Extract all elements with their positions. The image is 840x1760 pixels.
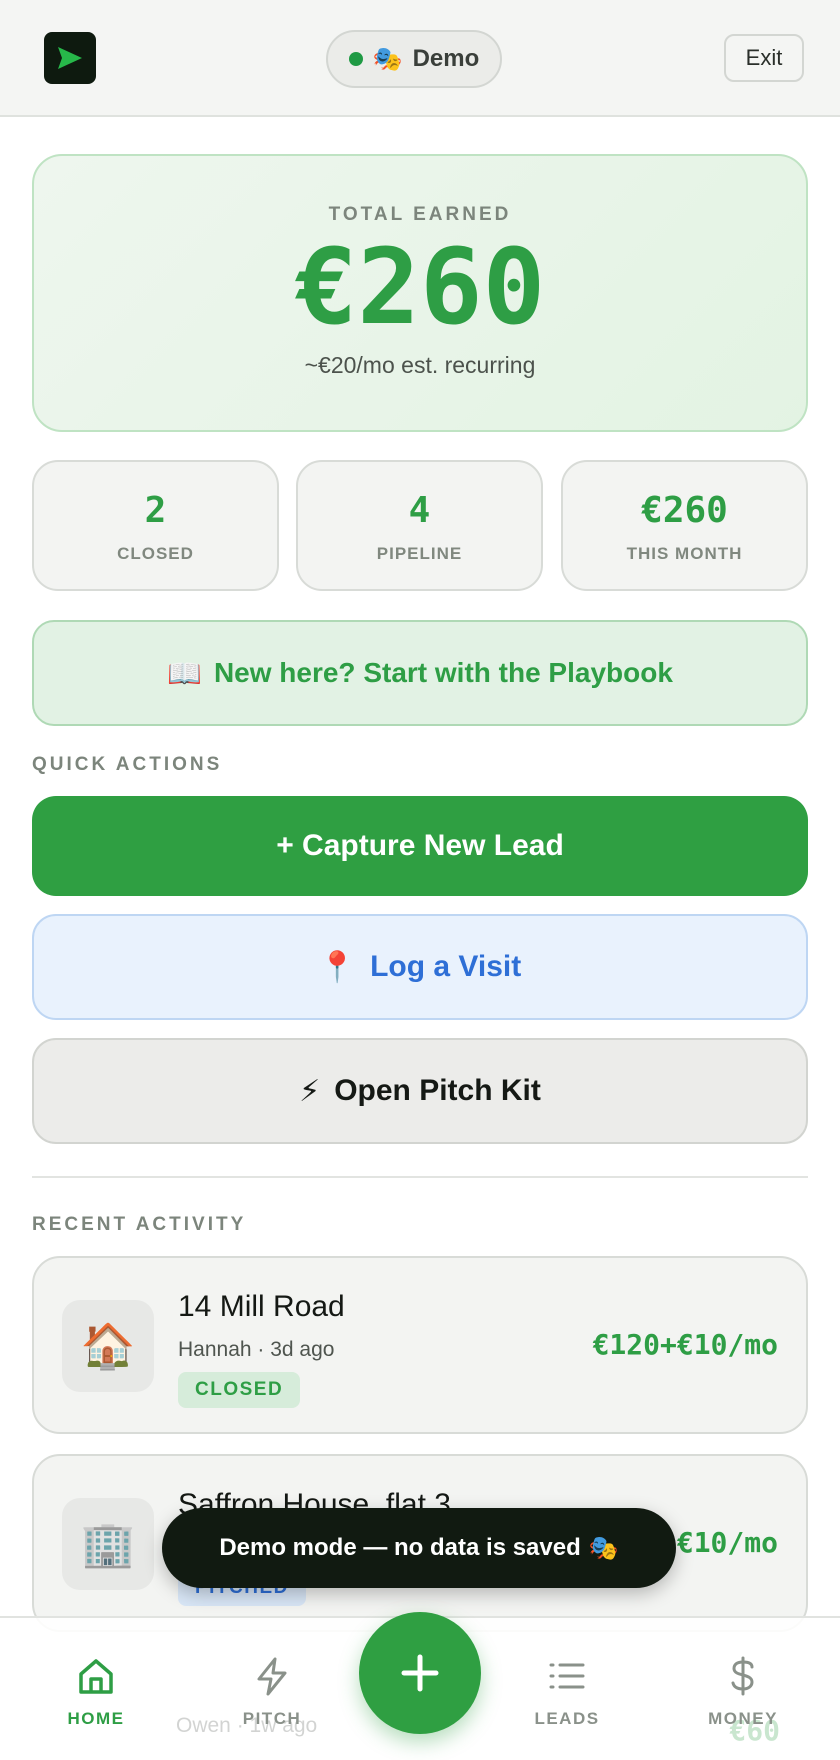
lightning-icon: ⚡ (299, 1074, 321, 1108)
pitch-kit-label: Open Pitch Kit (334, 1074, 541, 1107)
exit-button[interactable]: Exit (724, 34, 804, 82)
stat-value: €260 (641, 490, 728, 531)
stat-label: PIPELINE (376, 544, 463, 563)
stat-value: 4 (408, 490, 431, 531)
list-icon (549, 1663, 585, 1689)
total-earned-card: TOTAL EARNED €260 ~€20/mo est. recurring (32, 154, 808, 432)
mode-indicator: 🎭 Demo (326, 30, 502, 88)
recurring-estimate: ~€20/mo est. recurring (304, 352, 536, 378)
add-fab-button[interactable] (359, 1612, 481, 1734)
dollar-icon (731, 1656, 754, 1696)
capture-label: + Capture New Lead (276, 829, 564, 862)
stat-label: THIS MONTH (626, 544, 743, 563)
stat-pipeline: 4 PIPELINE (296, 460, 543, 591)
log-visit-button[interactable]: 📍 Log a Visit (32, 914, 808, 1020)
nav-home-label: HOME (67, 1709, 125, 1728)
nav-home[interactable]: HOME (36, 1656, 156, 1729)
total-earned-value: €260 (294, 226, 546, 348)
status-badge: CLOSED (178, 1372, 301, 1408)
nav-money[interactable]: MONEY (683, 1656, 803, 1729)
activity-amount: €10/mo (676, 1526, 778, 1559)
nav-leads-label: LEADS (534, 1709, 600, 1728)
capture-new-lead-button[interactable]: + Capture New Lead (32, 796, 808, 896)
playbook-button[interactable]: 📖 New here? Start with the Playbook (32, 620, 808, 726)
theater-masks-icon: 🎭 (588, 1534, 619, 1562)
office-building-icon: 🏢 (62, 1498, 154, 1590)
stat-label: CLOSED (117, 544, 194, 563)
nav-money-label: MONEY (708, 1709, 778, 1728)
section-divider (32, 1176, 808, 1178)
stat-this-month: €260 THIS MONTH (561, 460, 808, 591)
lightning-icon (257, 1657, 287, 1696)
house-icon: 🏠 (62, 1300, 154, 1392)
nav-pitch-label: PITCH (242, 1709, 302, 1728)
toast-text: Demo mode — no data is saved (219, 1534, 581, 1561)
recent-activity-title: RECENT ACTIVITY (32, 1214, 247, 1235)
app-header: 🎭 Demo Exit (0, 0, 840, 117)
demo-mode-toast: Demo mode — no data is saved 🎭 (162, 1508, 676, 1588)
activity-amount: €120+€10/mo (592, 1328, 778, 1361)
activity-meta: Hannah · 3d ago (178, 1338, 335, 1361)
open-pitch-kit-button[interactable]: ⚡ Open Pitch Kit (32, 1038, 808, 1144)
log-visit-label: Log a Visit (370, 950, 522, 983)
plus-icon (401, 1654, 439, 1692)
pin-icon: 📍 (318, 950, 357, 984)
status-dot (348, 52, 363, 66)
book-icon: 📖 (167, 657, 202, 689)
mode-label: Demo (412, 45, 480, 72)
stat-closed: 2 CLOSED (32, 460, 279, 591)
playbook-label: New here? Start with the Playbook (213, 657, 673, 688)
home-icon (79, 1659, 113, 1694)
theater-masks-icon: 🎭 (372, 45, 403, 73)
total-earned-label: TOTAL EARNED (328, 204, 512, 225)
stat-value: 2 (144, 490, 167, 531)
nav-leads[interactable]: LEADS (507, 1656, 627, 1729)
activity-card[interactable]: 🏠 14 Mill Road Hannah · 3d ago CLOSED €1… (32, 1256, 808, 1434)
send-arrow-icon (58, 47, 82, 69)
app-logo[interactable] (44, 32, 96, 84)
activity-title: 14 Mill Road (178, 1290, 345, 1323)
quick-actions-title: QUICK ACTIONS (32, 754, 223, 775)
nav-pitch[interactable]: PITCH (212, 1656, 332, 1729)
